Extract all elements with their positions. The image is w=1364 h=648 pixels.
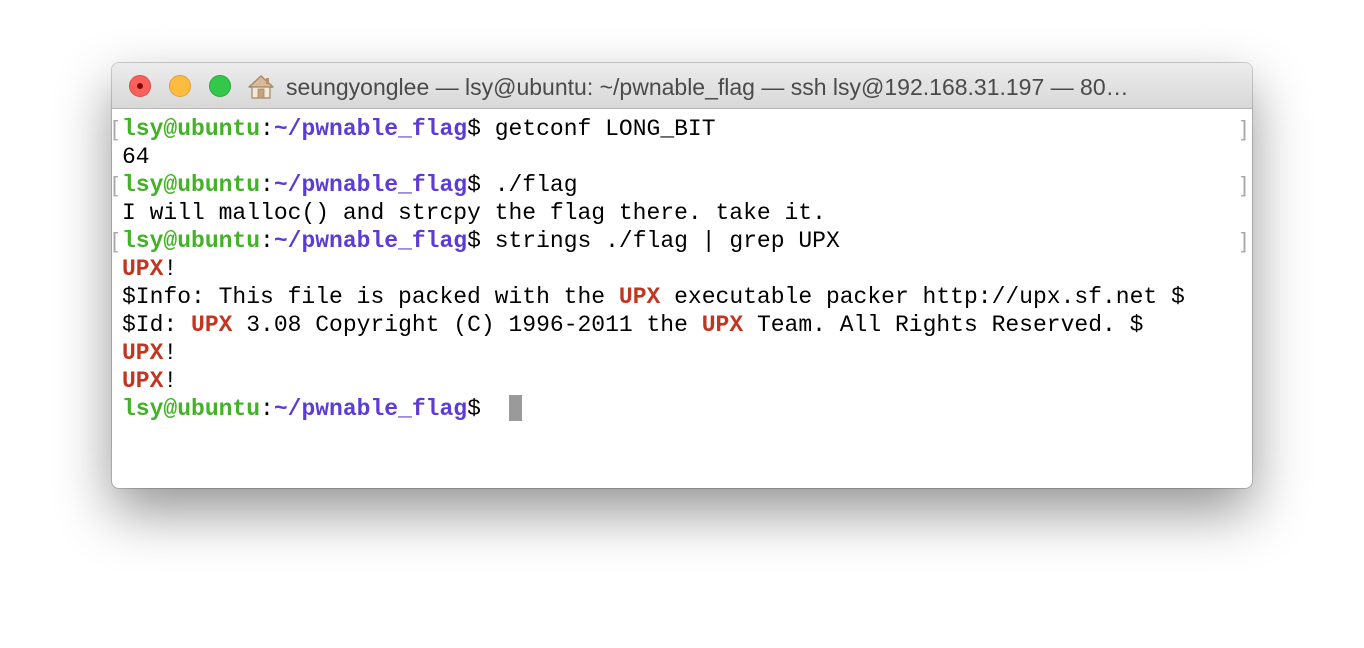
output-text: ! xyxy=(163,340,178,366)
prompt-symbol: $ xyxy=(467,116,495,142)
mark-bracket-close: ] xyxy=(1240,172,1247,197)
grep-match: UPX xyxy=(122,368,164,394)
grep-match: UPX xyxy=(618,284,661,310)
prompt-user: lsy@ubuntu xyxy=(122,172,261,198)
terminal-line: [lsy@ubuntu:~/pwnable_flag$ getconf LONG… xyxy=(112,115,1252,143)
title-bar[interactable]: seungyonglee — lsy@ubuntu: ~/pwnable_fla… xyxy=(112,63,1252,109)
output-text: $Info: This file is packed with the xyxy=(122,284,619,310)
terminal-line: $Info: This file is packed with the UPX … xyxy=(112,283,1252,311)
output-text: 64 xyxy=(122,144,150,170)
mark-bracket-close: ] xyxy=(1240,228,1247,253)
grep-match: UPX xyxy=(122,340,164,366)
window-title: seungyonglee — lsy@ubuntu: ~/pwnable_fla… xyxy=(286,74,1129,100)
prompt-path: ~/pwnable_flag xyxy=(273,396,468,422)
prompt-user: lsy@ubuntu xyxy=(122,228,261,254)
prompt-user: lsy@ubuntu xyxy=(122,396,261,422)
terminal-line: [lsy@ubuntu:~/pwnable_flag$ ./flag] xyxy=(112,171,1252,199)
prompt-separator: : xyxy=(260,116,274,142)
terminal-content[interactable]: [lsy@ubuntu:~/pwnable_flag$ getconf LONG… xyxy=(112,109,1252,423)
grep-match: UPX xyxy=(191,312,233,338)
mark-bracket-open: [ xyxy=(112,116,119,141)
grep-match: UPX xyxy=(122,256,164,282)
prompt-path: ~/pwnable_flag xyxy=(273,116,468,142)
terminal-line: [lsy@ubuntu:~/pwnable_flag$ strings ./fl… xyxy=(112,227,1252,255)
prompt-separator: : xyxy=(260,396,274,422)
terminal-window: seungyonglee — lsy@ubuntu: ~/pwnable_fla… xyxy=(112,63,1252,488)
prompt-path: ~/pwnable_flag xyxy=(273,228,468,254)
minimize-button[interactable] xyxy=(169,75,191,97)
output-text: ! xyxy=(163,256,178,282)
mark-bracket-close: ] xyxy=(1240,116,1247,141)
output-text: executable packer http://upx.sf.net $ xyxy=(660,284,1185,310)
terminal-line: UPX! xyxy=(112,339,1252,367)
prompt-user: lsy@ubuntu xyxy=(122,116,261,142)
output-text: Team. All Rights Reserved. $ xyxy=(743,312,1144,338)
terminal-line: $Id: UPX 3.08 Copyright (C) 1996-2011 th… xyxy=(112,311,1252,339)
output-text: I will malloc() and strcpy the flag ther… xyxy=(122,200,826,226)
prompt-separator: : xyxy=(260,228,274,254)
terminal-line: lsy@ubuntu:~/pwnable_flag$ xyxy=(112,395,1252,423)
terminal-line: UPX! xyxy=(112,367,1252,395)
zoom-button[interactable] xyxy=(209,75,231,97)
prompt-symbol: $ xyxy=(467,172,495,198)
prompt-separator: : xyxy=(260,172,274,198)
command-text: getconf LONG_BIT xyxy=(494,116,716,142)
terminal-line: 64 xyxy=(112,143,1252,171)
text-cursor xyxy=(508,395,522,421)
mark-bracket-open: [ xyxy=(112,172,119,197)
home-icon xyxy=(248,75,274,99)
grep-match: UPX xyxy=(701,312,744,338)
close-button[interactable] xyxy=(129,75,151,97)
terminal-line: I will malloc() and strcpy the flag ther… xyxy=(112,199,1252,227)
prompt-path: ~/pwnable_flag xyxy=(273,172,468,198)
command-text: ./flag xyxy=(494,172,578,198)
prompt-symbol: $ xyxy=(467,396,495,422)
output-text: $Id: xyxy=(122,312,192,338)
output-text: ! xyxy=(163,368,178,394)
output-text: 3.08 Copyright (C) 1996-2011 the xyxy=(232,312,702,338)
command-text: strings ./flag | grep UPX xyxy=(494,228,840,254)
prompt-symbol: $ xyxy=(467,228,495,254)
terminal-line: UPX! xyxy=(112,255,1252,283)
mark-bracket-open: [ xyxy=(112,228,119,253)
